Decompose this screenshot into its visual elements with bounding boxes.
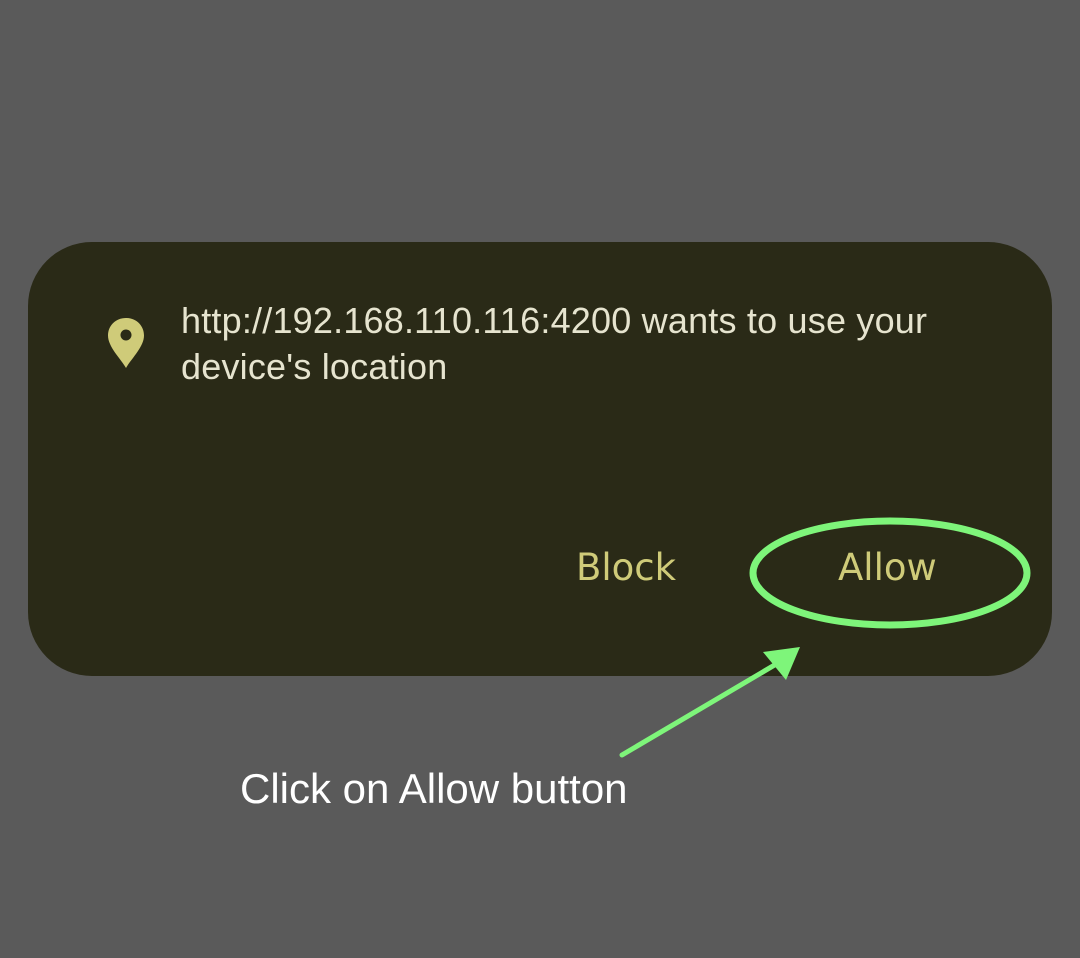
annotation-caption: Click on Allow button — [240, 765, 628, 812]
location-pin-icon — [108, 318, 144, 368]
block-button[interactable]: Block — [576, 540, 676, 596]
allow-button[interactable]: Allow — [838, 540, 942, 596]
annotation-arrow-line — [619, 660, 781, 758]
permission-message: http://192.168.110.116:4200 wants to use… — [181, 300, 928, 387]
